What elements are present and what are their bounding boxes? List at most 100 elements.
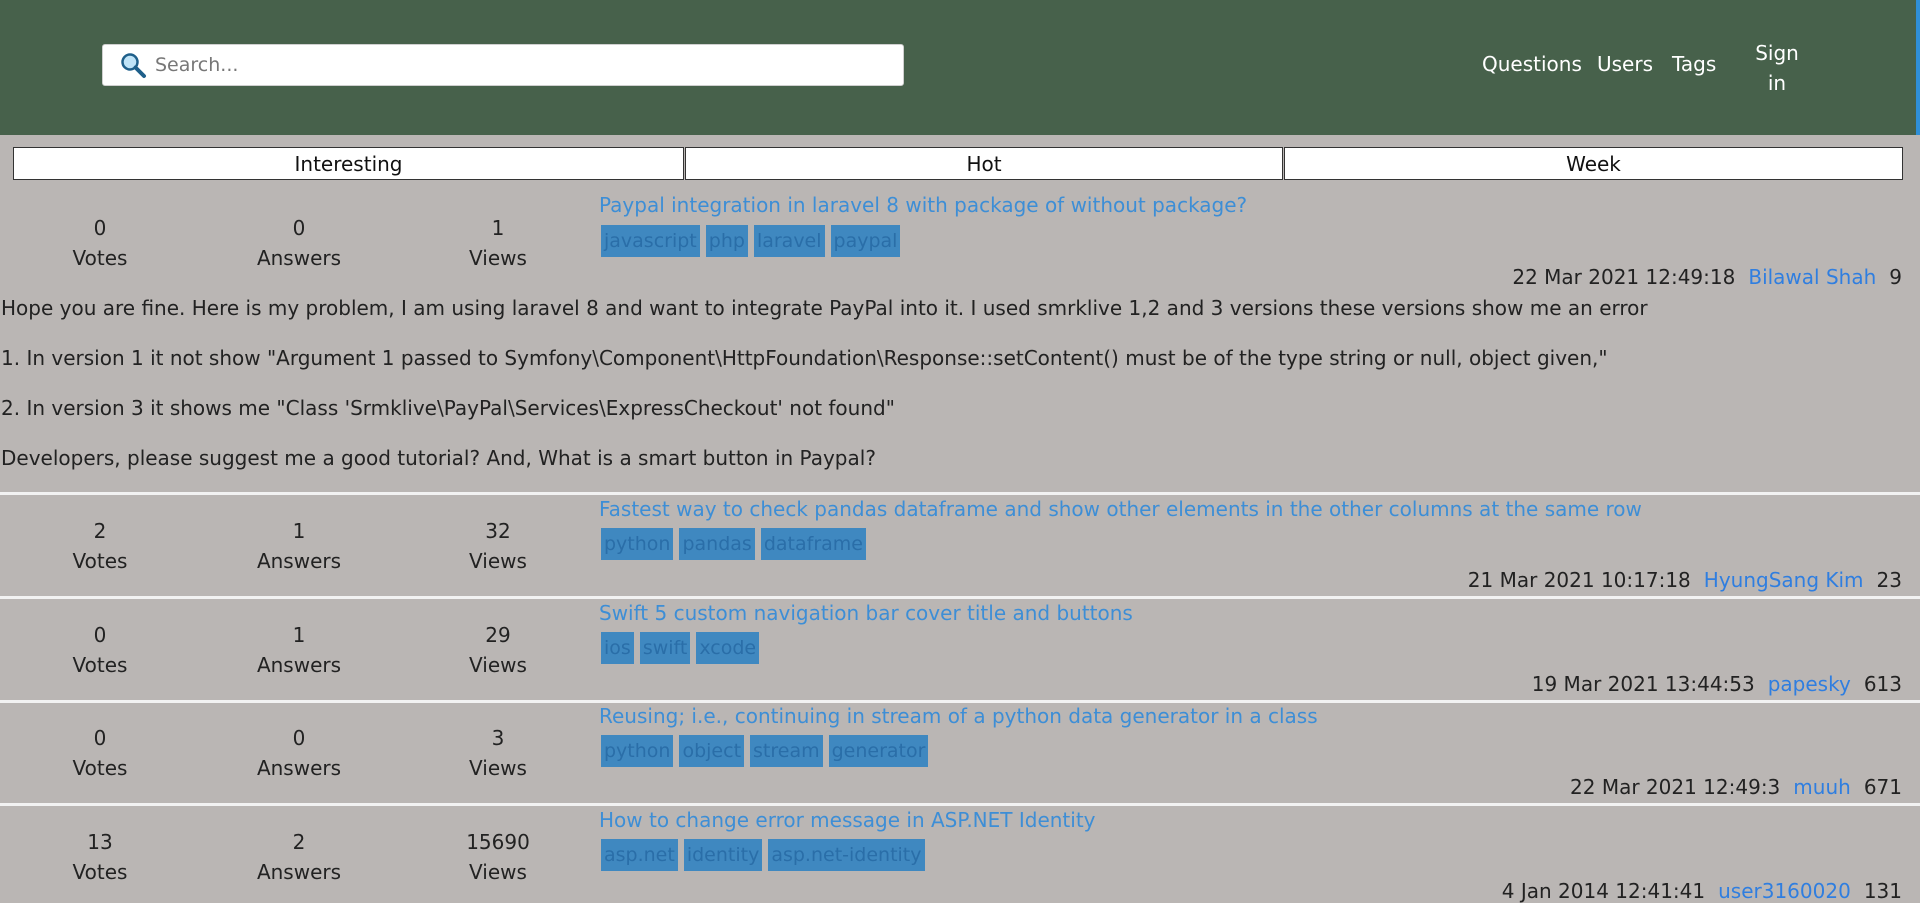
question-title-link[interactable]: How to change error message in ASP.NET I… [599, 808, 1096, 832]
votes-stat: 13 Votes [30, 827, 170, 887]
question-title-link[interactable]: Swift 5 custom navigation bar cover titl… [599, 601, 1133, 625]
tag-list: javascript php laravel paypal [601, 225, 901, 257]
tag[interactable]: pandas [679, 528, 755, 560]
answers-label: Answers [256, 653, 342, 677]
views-count: 29 [485, 623, 511, 647]
question-meta: 4 Jan 2014 12:41:41 user3160020 131 [1502, 879, 1902, 903]
votes-stat: 0 Votes [30, 213, 170, 273]
tag[interactable]: php [705, 225, 748, 257]
user-link[interactable]: Bilawal Shah [1748, 265, 1876, 289]
views-stat: 1 Views [428, 213, 568, 273]
votes-count: 0 [93, 216, 107, 240]
views-label: Views [469, 860, 527, 884]
user-reputation: 23 [1876, 568, 1902, 592]
tag[interactable]: object [679, 735, 745, 767]
question-title-link[interactable]: Reusing; i.e., continuing in stream of a… [599, 704, 1318, 728]
votes-label: Votes [72, 653, 128, 677]
post-date: 21 Mar 2021 10:17:18 [1467, 568, 1691, 592]
tag-list: python object stream generator [601, 735, 929, 767]
user-link[interactable]: papesky [1768, 672, 1851, 696]
tag[interactable]: dataframe [760, 528, 866, 560]
tag[interactable]: stream [750, 735, 823, 767]
row-divider [0, 700, 1920, 703]
post-date: 22 Mar 2021 12:49:3 [1570, 775, 1781, 799]
votes-count: 0 [93, 623, 107, 647]
tag[interactable]: python [601, 735, 674, 767]
answers-count: 0 [292, 726, 306, 750]
search-icon [121, 53, 146, 78]
answers-label: Answers [256, 756, 342, 780]
views-stat: 3 Views [428, 723, 568, 783]
tag-list: asp.net identity asp.net-identity [601, 839, 925, 871]
views-count: 1 [491, 216, 505, 240]
tag[interactable]: paypal [830, 225, 901, 257]
nav-users-link[interactable]: Users [1597, 52, 1653, 76]
answers-label: Answers [256, 860, 342, 884]
user-reputation: 131 [1863, 879, 1902, 903]
votes-count: 13 [87, 830, 113, 854]
views-count: 15690 [466, 830, 530, 854]
search-box[interactable] [102, 44, 904, 86]
user-reputation: 9 [1889, 265, 1902, 289]
views-count: 32 [485, 519, 511, 543]
views-stat: 32 Views [428, 516, 568, 576]
votes-label: Votes [72, 756, 128, 780]
tag[interactable]: swift [639, 632, 691, 664]
tag[interactable]: asp.net [601, 839, 678, 871]
answers-count: 0 [292, 216, 306, 240]
row-divider [0, 596, 1920, 599]
tag[interactable]: laravel [753, 225, 825, 257]
votes-stat: 0 Votes [30, 620, 170, 680]
question-body-line: Hope you are fine. Here is my problem, I… [1, 296, 1648, 320]
question-body-line: Developers, please suggest me a good tut… [1, 446, 876, 470]
tag[interactable]: xcode [696, 632, 760, 664]
votes-label: Votes [72, 860, 128, 884]
user-link[interactable]: HyungSang Kim [1704, 568, 1864, 592]
answers-stat: 0 Answers [229, 213, 369, 273]
views-stat: 29 Views [428, 620, 568, 680]
views-label: Views [469, 246, 527, 270]
votes-label: Votes [72, 246, 128, 270]
tab-week[interactable]: Week [1284, 147, 1903, 180]
answers-count: 1 [292, 519, 306, 543]
nav-questions-link[interactable]: Questions [1482, 52, 1582, 76]
question-body-line: 2. In version 3 it shows me "Class 'Srmk… [1, 396, 895, 420]
search-input[interactable] [153, 53, 877, 77]
answers-count: 1 [292, 623, 306, 647]
question-tabs: Interesting Hot Week [13, 147, 1903, 180]
tag[interactable]: identity [683, 839, 763, 871]
row-divider [0, 803, 1920, 806]
question-title-link[interactable]: Fastest way to check pandas dataframe an… [599, 497, 1642, 521]
tag-list: ios swift xcode [601, 632, 760, 664]
question-title-link[interactable]: Paypal integration in laravel 8 with pac… [599, 193, 1247, 217]
question-meta: 19 Mar 2021 13:44:53 papesky 613 [1532, 672, 1902, 696]
views-stat: 15690 Views [428, 827, 568, 887]
post-date: 22 Mar 2021 12:49:18 [1512, 265, 1736, 289]
user-link[interactable]: muuh [1793, 775, 1851, 799]
answers-stat: 1 Answers [229, 516, 369, 576]
tag[interactable]: ios [601, 632, 634, 664]
user-link[interactable]: user3160020 [1718, 879, 1851, 903]
answers-count: 2 [292, 830, 306, 854]
views-label: Views [469, 756, 527, 780]
row-divider [0, 492, 1920, 495]
answers-stat: 2 Answers [229, 827, 369, 887]
user-reputation: 671 [1863, 775, 1902, 799]
views-label: Views [469, 653, 527, 677]
tab-hot[interactable]: Hot [685, 147, 1283, 180]
votes-count: 2 [93, 519, 107, 543]
tag[interactable]: generator [828, 735, 929, 767]
question-meta: 22 Mar 2021 12:49:3 muuh 671 [1570, 775, 1902, 799]
nav-tags-link[interactable]: Tags [1672, 52, 1716, 76]
question-meta: 22 Mar 2021 12:49:18 Bilawal Shah 9 [1512, 265, 1902, 289]
tag[interactable]: asp.net-identity [768, 839, 925, 871]
question-body-line: 1. In version 1 it not show "Argument 1 … [1, 346, 1608, 370]
tag[interactable]: javascript [601, 225, 700, 257]
answers-label: Answers [256, 246, 342, 270]
sign-in-link[interactable]: Sign in [1748, 38, 1806, 98]
answers-stat: 1 Answers [229, 620, 369, 680]
tag-list: python pandas dataframe [601, 528, 866, 560]
tag[interactable]: python [601, 528, 674, 560]
tab-interesting[interactable]: Interesting [13, 147, 684, 180]
user-reputation: 613 [1863, 672, 1902, 696]
